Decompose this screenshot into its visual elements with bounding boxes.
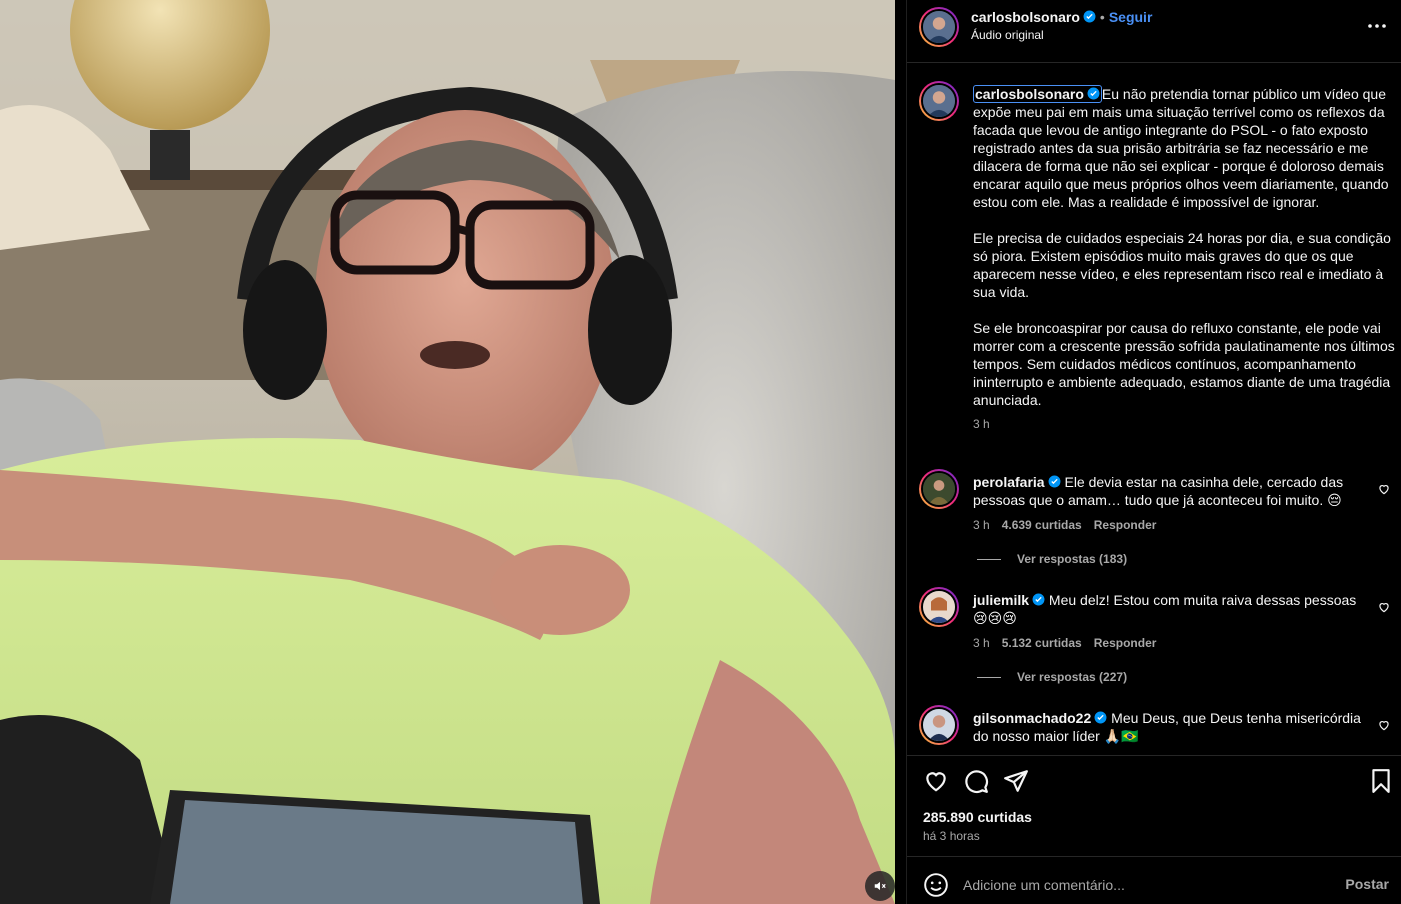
post-header-title: carlosbolsonaro • Seguir [971,9,1152,25]
add-comment-input[interactable] [963,873,1323,897]
caption-author-link[interactable]: carlosbolsonaro [973,85,1102,103]
comment-text: Meu delz! Estou com muita raiva dessas p… [973,592,1357,626]
post-timestamp: há 3 horas [923,829,980,843]
caption-paragraph-3: Se ele broncoaspirar por causa do reflux… [973,320,1395,408]
mute-button[interactable] [865,871,895,901]
comment-time[interactable]: 3 h [973,636,990,650]
caption-author-avatar[interactable] [919,81,959,121]
comment-time[interactable]: 3 h [973,518,990,532]
comment-item: gilsonmachado22 Meu Deus, que Deus tenha… [973,709,1373,745]
like-comment-heart-icon[interactable] [1377,482,1391,496]
view-replies-label: Ver respostas (183) [1017,552,1128,566]
comment-meta: 3 h 5.132 curtidas Responder [973,634,1373,652]
post-likes-count[interactable]: 285.890 curtidas [923,809,1032,825]
audio-label[interactable]: Áudio original [971,28,1044,42]
comment-likes[interactable]: 5.132 curtidas [1002,636,1082,650]
more-options-button[interactable] [1365,14,1389,38]
like-heart-icon[interactable] [923,768,949,794]
comment-username[interactable]: juliemilk [973,592,1029,608]
comment-meta: 3 h 4.639 curtidas Responder [973,516,1373,534]
reply-button[interactable]: Responder [1094,636,1157,650]
replies-line [977,676,1001,678]
comment-box-divider [907,856,1401,857]
like-comment-heart-icon[interactable] [1377,718,1391,732]
comment-username[interactable]: perolafaria [973,474,1045,490]
post-video[interactable] [0,0,895,904]
caption-time[interactable]: 3 h [973,415,1397,433]
share-paper-plane-icon[interactable] [1003,768,1029,794]
author-avatar-image [923,11,955,43]
emoji-smiley-icon[interactable] [923,872,949,898]
verified-badge-icon [1094,711,1107,724]
reply-button[interactable]: Responder [1094,518,1157,532]
header-divider [907,62,1401,63]
view-replies-label: Ver respostas (227) [1017,670,1128,684]
comment-item: juliemilk Meu delz! Estou com muita raiv… [973,591,1373,652]
instagram-post-view: carlosbolsonaro • Seguir Áudio original ca… [0,0,1401,904]
author-username[interactable]: carlosbolsonaro [971,9,1080,25]
author-avatar[interactable] [919,7,959,47]
save-bookmark-icon[interactable] [1368,768,1394,794]
caption-paragraph-2: Ele precisa de cuidados especiais 24 hor… [973,230,1391,300]
verified-badge-icon [1032,593,1045,606]
verified-badge-icon [1083,10,1096,23]
post-comment-button[interactable]: Postar [1345,876,1389,892]
comment-avatar-image [923,591,955,623]
caption-author-name: carlosbolsonaro [975,86,1084,102]
follow-button[interactable]: Seguir [1109,9,1153,25]
comment-bubble-icon[interactable] [963,768,989,794]
verified-badge-icon [1048,475,1061,488]
video-frame [0,0,895,904]
verified-badge-icon [1087,87,1100,100]
actions-divider [907,755,1401,756]
comment-avatar[interactable] [919,469,959,509]
muted-speaker-icon [874,881,886,891]
caption-paragraph-1: carlosbolsonaro Eu não pretendia tornar p… [973,85,1397,211]
view-replies-button[interactable]: Ver respostas (227) [977,670,1127,684]
comment-avatar-image [923,709,955,741]
comment-avatar-image [923,473,955,505]
post-side-panel: carlosbolsonaro • Seguir Áudio original ca… [906,0,1401,904]
comment-likes[interactable]: 4.639 curtidas [1002,518,1082,532]
caption-paragraph-1-text: Eu não pretendia tornar público um vídeo… [973,86,1389,210]
view-replies-button[interactable]: Ver respostas (183) [977,552,1127,566]
more-horizontal-icon [1368,24,1386,28]
comment-avatar[interactable] [919,705,959,745]
comment-item: perolafaria Ele devia estar na casinha d… [973,473,1373,534]
comment-avatar[interactable] [919,587,959,627]
caption-avatar-image [923,85,955,117]
separator-dot: • [1099,9,1105,25]
post-caption: carlosbolsonaro Eu não pretendia tornar p… [973,85,1397,433]
media-gutter [895,0,906,904]
comment-username[interactable]: gilsonmachado22 [973,710,1091,726]
replies-line [977,558,1001,560]
like-comment-heart-icon[interactable] [1377,600,1391,614]
